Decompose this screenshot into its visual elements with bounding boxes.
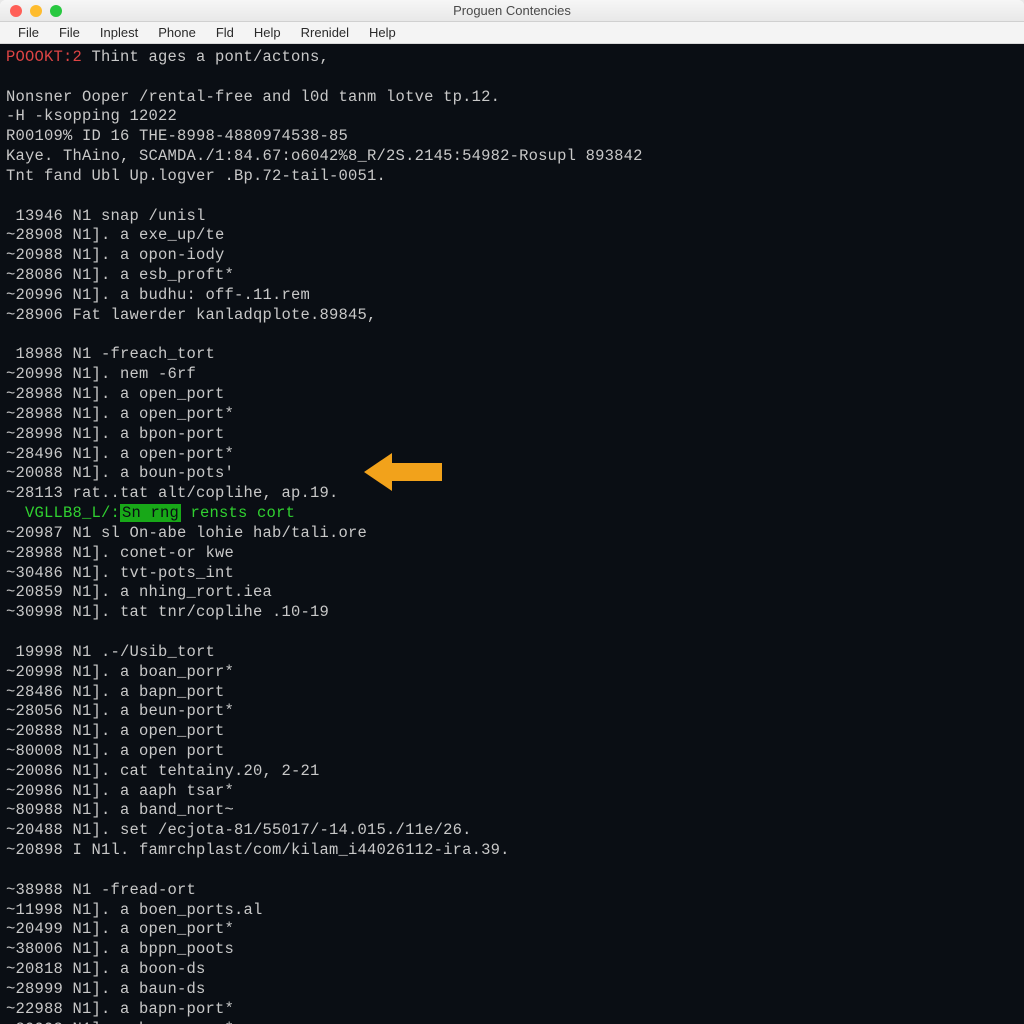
terminal-line: -H -ksopping 12022	[6, 107, 1018, 127]
terminal-line: ~28998 N1]. a bpon-port	[6, 425, 1018, 445]
terminal-line	[6, 861, 1018, 881]
terminal-line: ~30998 N1]. tat tnr/coplihe .10-19	[6, 603, 1018, 623]
terminal-line: ~28496 N1]. a open-port*	[6, 445, 1018, 465]
terminal-line: ~20888 N1]. a open_port	[6, 722, 1018, 742]
menu-fld[interactable]: Fld	[206, 23, 244, 42]
terminal-line: ~22988 N1]. a bapn-port*	[6, 1000, 1018, 1020]
menu-phone[interactable]: Phone	[148, 23, 206, 42]
terminal-line: ~20996 N1]. a budhu: off-.11.rem	[6, 286, 1018, 306]
zoom-icon[interactable]	[50, 5, 62, 17]
terminal-line	[6, 623, 1018, 643]
terminal-line: ~28113 rat..tat alt/coplihe, ap.19.	[6, 484, 1018, 504]
terminal-line: ~20859 N1]. a nhing_rort.iea	[6, 583, 1018, 603]
terminal-line: ~20499 N1]. a open_port*	[6, 920, 1018, 940]
menu-help-2[interactable]: Help	[359, 23, 406, 42]
terminal-line: Nonsner Ooper /rental-free and l0d tanm …	[6, 88, 1018, 108]
terminal-line: ~30486 N1]. tvt-pots_int	[6, 564, 1018, 584]
terminal-line: 18988 N1 -freach_tort	[6, 345, 1018, 365]
terminal-line: ~28988 N1]. conet-or kwe	[6, 544, 1018, 564]
minimize-icon[interactable]	[30, 5, 42, 17]
terminal-line: ~28906 Fat lawerder kanladqplote.89845,	[6, 306, 1018, 326]
terminal-line: ~28988 N1]. a open_port*	[6, 405, 1018, 425]
terminal-line: ~28486 N1]. a bapn_port	[6, 683, 1018, 703]
menu-inplest[interactable]: Inplest	[90, 23, 148, 42]
terminal-line: ~28999 N1]. a baun-ds	[6, 980, 1018, 1000]
terminal-line: ~20987 N1 sl On-abe lohie hab/tali.ore	[6, 524, 1018, 544]
menu-file-1[interactable]: File	[8, 23, 49, 42]
window-controls	[0, 5, 62, 17]
terminal-line: ~80988 N1]. a band_nort~	[6, 801, 1018, 821]
terminal-line: 19998 N1 .-/Usib_tort	[6, 643, 1018, 663]
terminal-line: Tnt fand Ubl Up.logver .Bp.72-tail-0051.	[6, 167, 1018, 187]
terminal-line: R00109% ID 16 THE-8998-4880974538-85	[6, 127, 1018, 147]
terminal-line: ~20488 N1]. set /ecjota-81/55017/-14.015…	[6, 821, 1018, 841]
menu-rrenidel[interactable]: Rrenidel	[291, 23, 359, 42]
terminal-line	[6, 187, 1018, 207]
terminal-line: ~20988 N1]. a opon-iody	[6, 246, 1018, 266]
terminal-line: ~20818 N1]. a boon-ds	[6, 960, 1018, 980]
menu-file-2[interactable]: File	[49, 23, 90, 42]
terminal-line: 13946 N1 snap /unisl	[6, 207, 1018, 227]
terminal-line: ~20986 N1]. a aaph tsar*	[6, 782, 1018, 802]
terminal-line: ~80998 N1]. a boun-reer*	[6, 1020, 1018, 1024]
terminal-line: ~20898 I N1l. famrchplast/com/kilam_i440…	[6, 841, 1018, 861]
terminal-line: POOOKT:2 Thint ages a pont/actons,	[6, 48, 1018, 68]
terminal-line: ~28056 N1]. a beun-port*	[6, 702, 1018, 722]
terminal-line: ~20998 N1]. a boan_porr*	[6, 663, 1018, 683]
terminal-output[interactable]: POOOKT:2 Thint ages a pont/actons, Nonsn…	[0, 44, 1024, 1024]
terminal-line	[6, 326, 1018, 346]
close-icon[interactable]	[10, 5, 22, 17]
menu-help-1[interactable]: Help	[244, 23, 291, 42]
window-title: Proguen Contencies	[453, 3, 571, 18]
menubar: File File Inplest Phone Fld Help Rrenide…	[0, 22, 1024, 44]
terminal-line: Kaye. ThAino, SCAMDA./1:84.67:o6042%8_R/…	[6, 147, 1018, 167]
terminal-line: VGLLB8_L/:Sn rng rensts cort	[6, 504, 1018, 524]
terminal-line	[6, 68, 1018, 88]
terminal-line: ~28086 N1]. a esb_proft*	[6, 266, 1018, 286]
terminal-line: ~11998 N1]. a boen_ports.al	[6, 901, 1018, 921]
terminal-line: ~20088 N1]. a boun-pots'	[6, 464, 1018, 484]
terminal-line: ~38988 N1 -fread-ort	[6, 881, 1018, 901]
terminal-line: ~20086 N1]. cat tehtainy.20, 2-21	[6, 762, 1018, 782]
app-window: Proguen Contencies File File Inplest Pho…	[0, 0, 1024, 1024]
terminal-line: ~20998 N1]. nem -6rf	[6, 365, 1018, 385]
titlebar: Proguen Contencies	[0, 0, 1024, 22]
terminal-line: ~80008 N1]. a open port	[6, 742, 1018, 762]
terminal-line: ~28908 N1]. a exe_up/te	[6, 226, 1018, 246]
terminal-line: ~38006 N1]. a bppn_poots	[6, 940, 1018, 960]
terminal-line: ~28988 N1]. a open_port	[6, 385, 1018, 405]
